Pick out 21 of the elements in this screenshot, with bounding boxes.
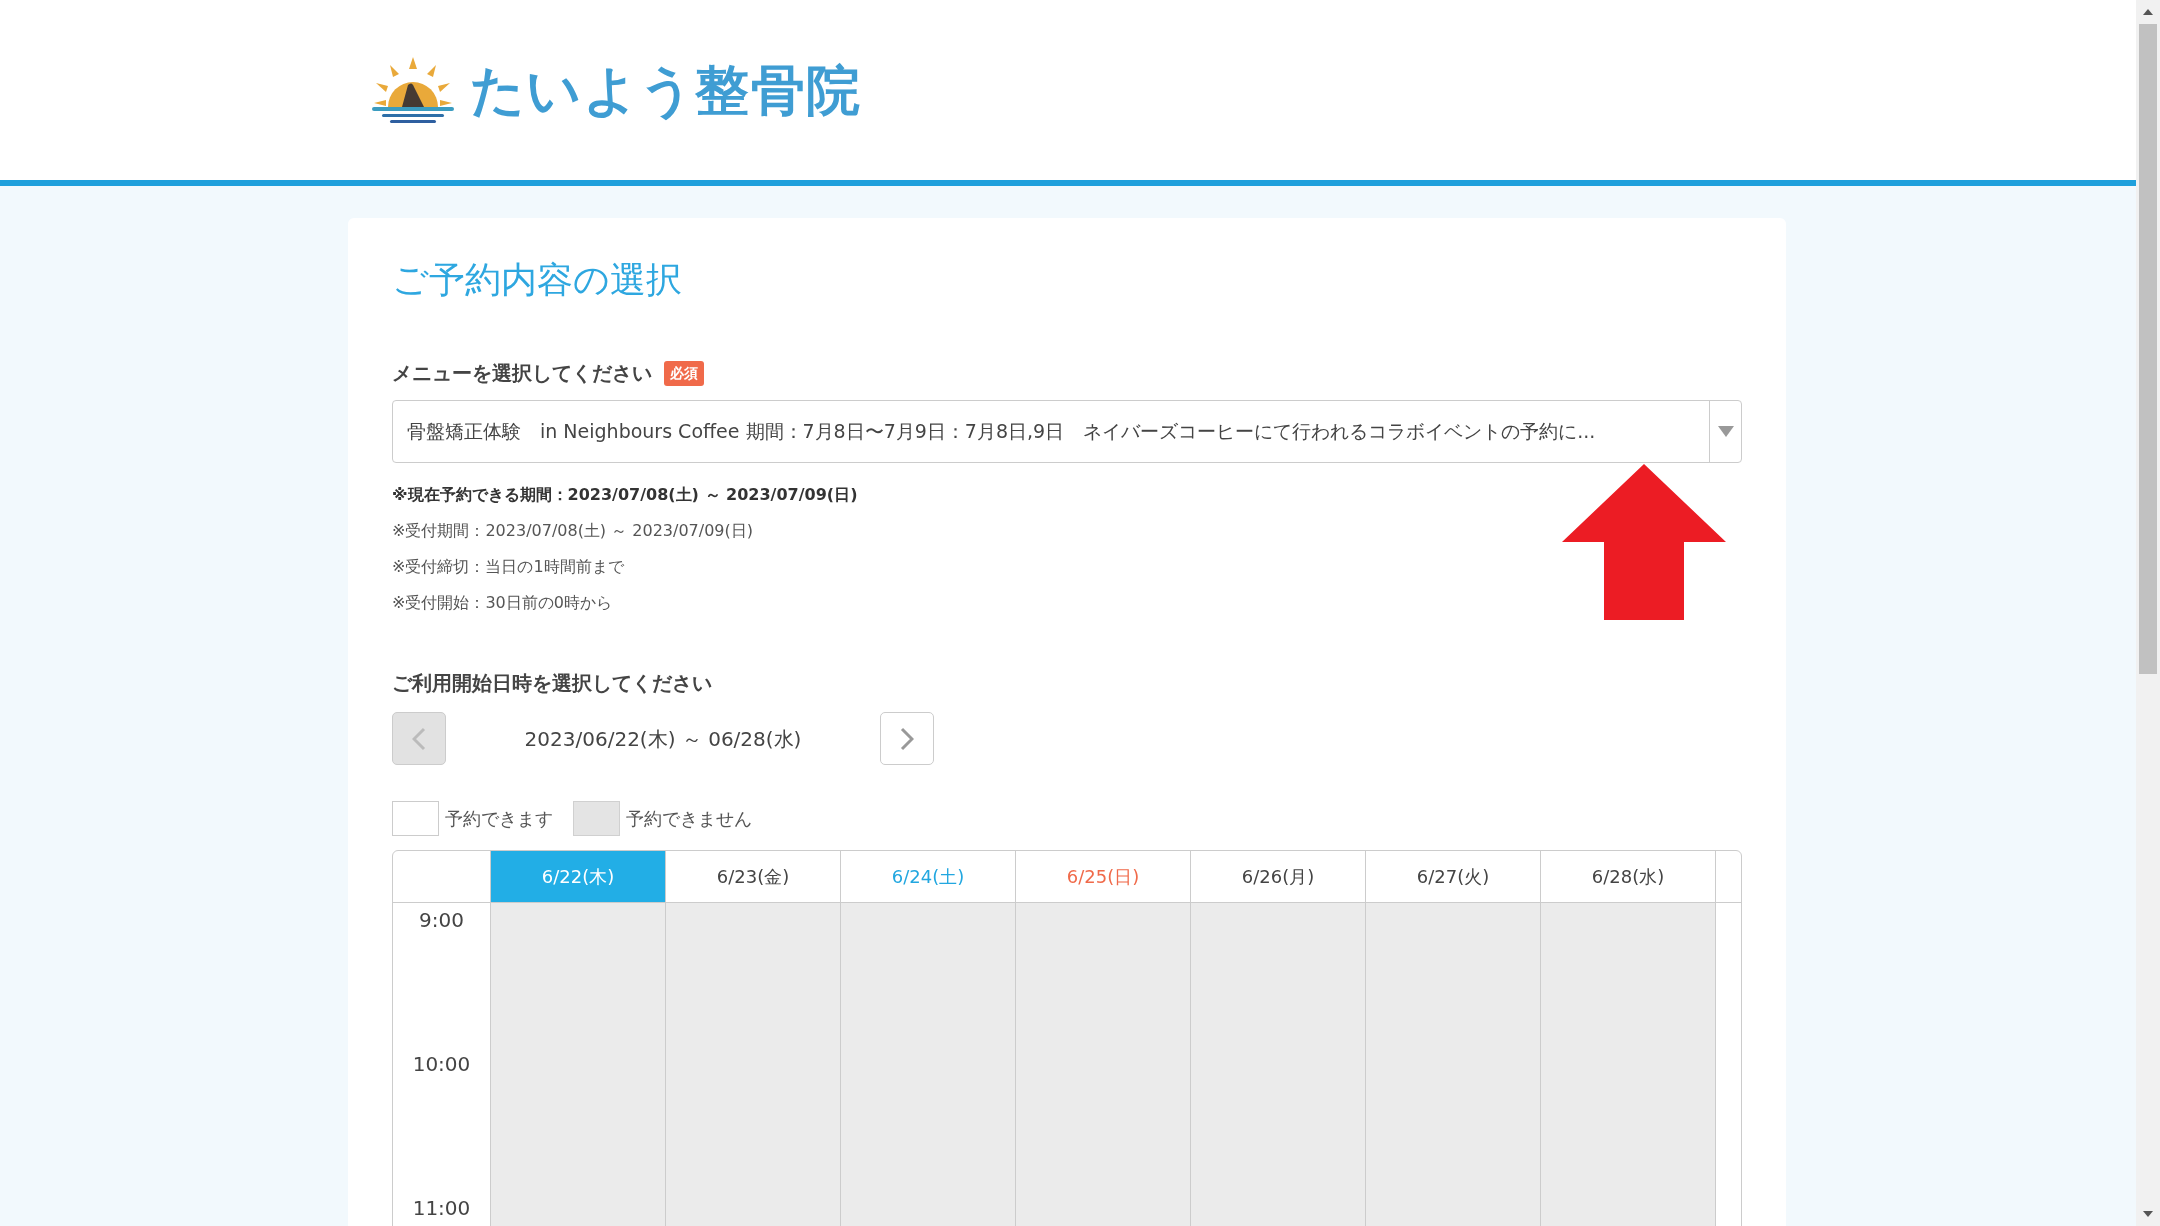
next-week-button[interactable] [880,712,934,765]
chevron-right-icon [900,726,914,751]
legend-label: 予約できます [445,807,553,831]
reservation-note: ※受付締切：当日の1時間前まで [392,556,625,578]
legend-label: 予約できません [626,807,752,831]
time-label: 9:00 [419,907,464,934]
required-badge: 必須 [664,360,704,386]
week-range: 2023/06/22(木) ～ 06/28(水) [523,725,803,753]
reservation-note: ※受付開始：30日前の0時から [392,592,613,614]
clinic-name-logo: たいよう整骨院 [470,57,862,124]
chevron-left-icon [412,726,426,751]
page-title: ご予約内容の選択 [392,262,683,298]
reservation-note: ※現在予約できる期間：2023/07/08(土) ～ 2023/07/09(日) [392,484,859,506]
time-label: 11:00 [412,1195,471,1222]
menu-label: メニューを選択してください [392,360,652,387]
dropdown-caret-icon [1717,426,1734,437]
time-label: 10:00 [412,1051,471,1078]
date-label: ご利用開始日時を選択してください [392,670,712,697]
scrollbar[interactable] [2136,0,2160,1226]
menu-select[interactable]: 骨盤矯正体験 in Neighbours Coffee 期間：7月8日〜7月9日：7月8日,9日 ネイバーズコーヒーにて行われるコラボイベントの予約に... [392,400,1742,463]
reservation-note: ※受付期間：2023/07/08(土) ～ 2023/07/09(日) [392,520,754,542]
